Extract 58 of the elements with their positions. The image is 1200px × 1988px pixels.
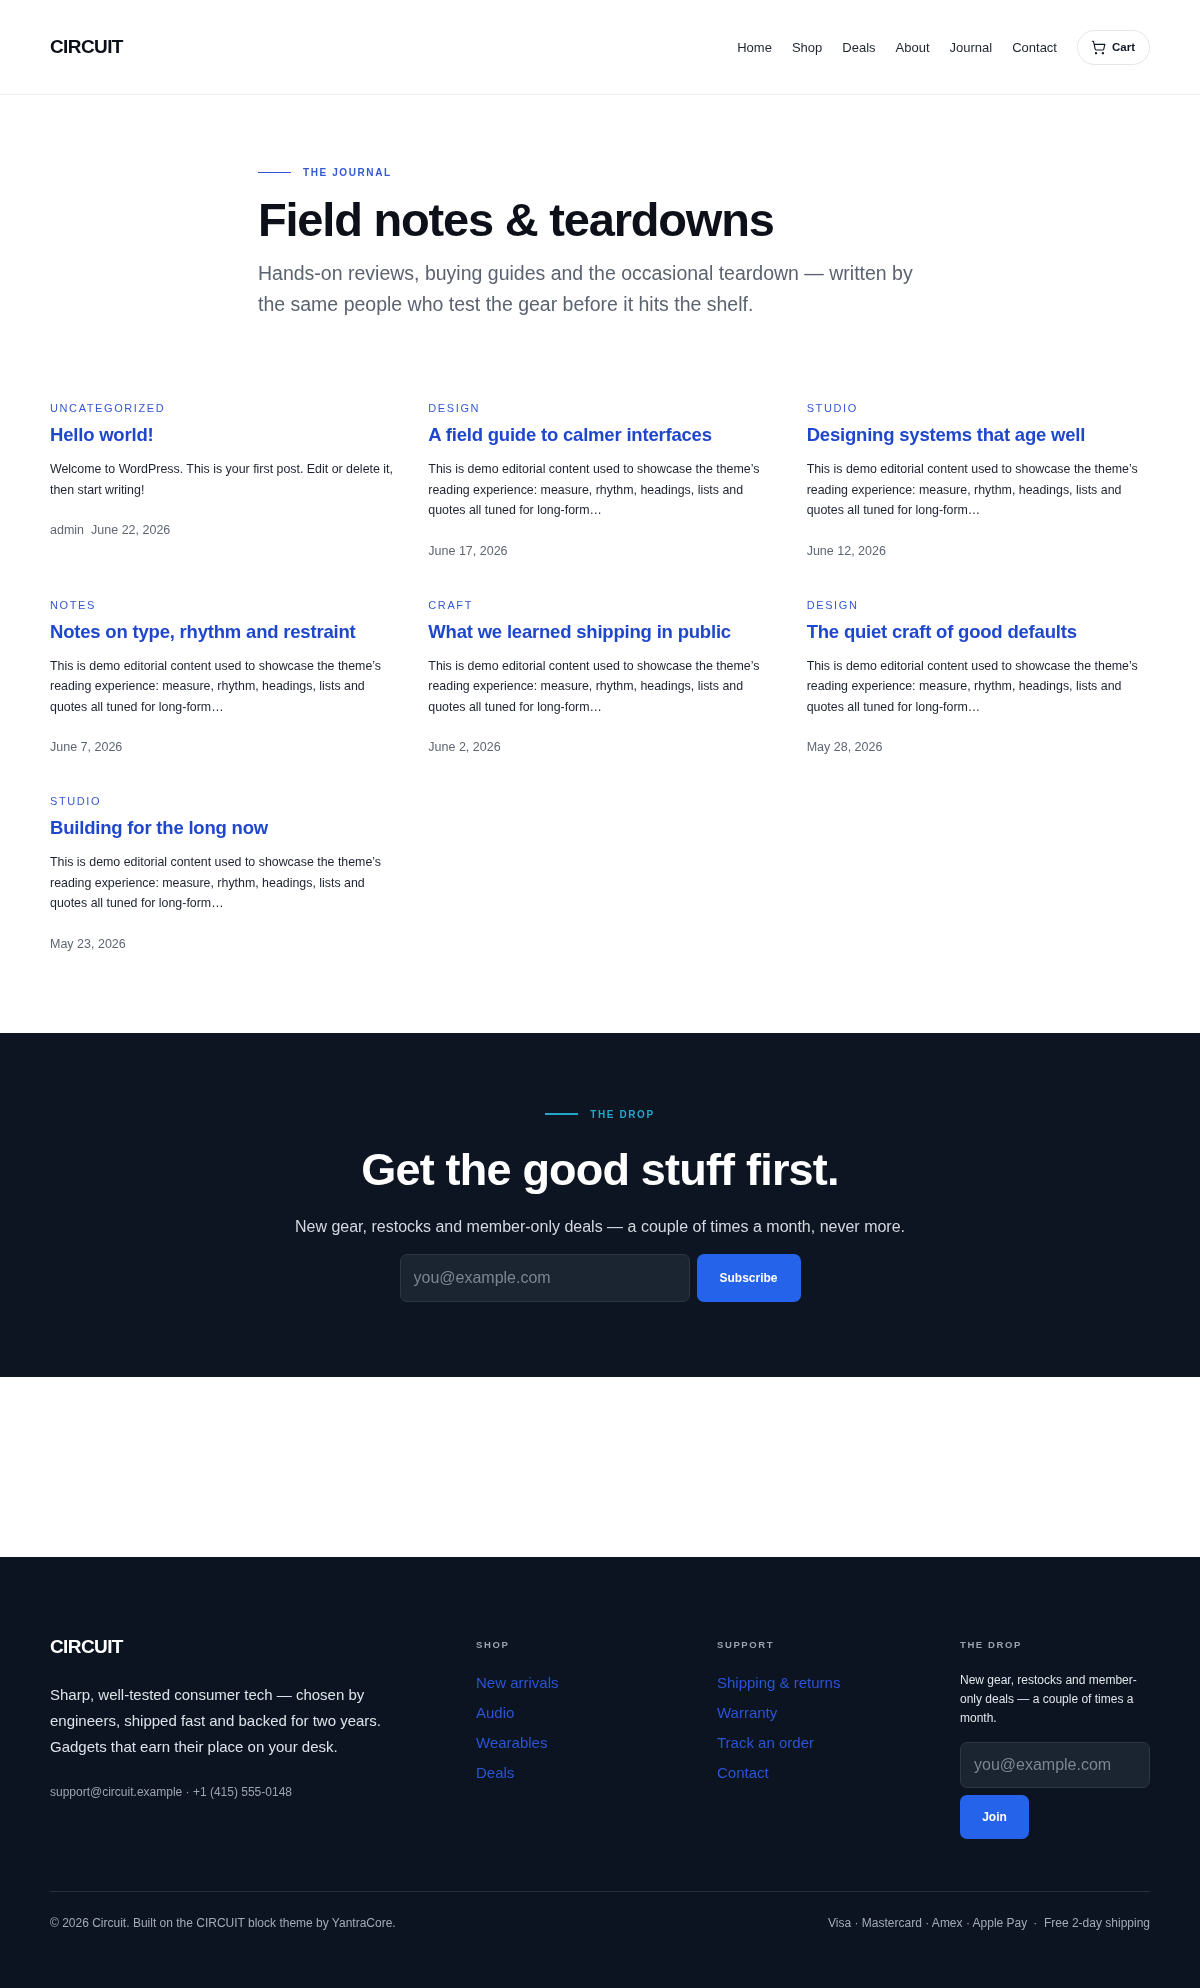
post-excerpt: This is demo editorial content used to showcase the theme’s reading experience: measure, rhythm, headings, lists and quotes all tuned for long-form… — [806, 657, 1139, 716]
post-category[interactable]: CRAFT — [428, 597, 473, 612]
cart-icon — [1091, 39, 1106, 55]
nav-link[interactable]: Home — [737, 39, 772, 55]
shipping-note: · Free 2-day shipping — [1033, 1914, 1150, 1931]
nav-link[interactable]: Deals — [842, 39, 876, 55]
post-category[interactable]: STUDIO — [806, 401, 858, 415]
eyebrow-label: THE JOURNAL — [303, 167, 392, 178]
post-excerpt: This is demo editorial content used to showcase the theme’s reading experience: measure, rhythm, headings, lists and quotes all tuned for long-form… — [806, 461, 1139, 519]
post-date: June 17, 2026 — [428, 542, 508, 559]
footer-heading: THE DROP — [960, 1638, 1022, 1651]
cart-button[interactable]: Cart — [1077, 29, 1150, 65]
post-date: June 12, 2026 — [806, 542, 886, 559]
footer-heading: SUPPORT — [717, 1638, 775, 1651]
post-title[interactable]: The quiet craft of good defaults — [806, 619, 1077, 644]
post-category[interactable]: UNCATEGORIZED — [50, 401, 166, 415]
post-date: June 2, 2026 — [428, 739, 501, 755]
footer-email-input[interactable]: you@example.com — [960, 1741, 1150, 1788]
page-subtitle: Hands-on reviews, buying guides and the occasional teardown — written by the same people who test the gear before it hits the shelf. — [258, 261, 914, 317]
post-category[interactable]: DESIGN — [806, 597, 859, 612]
post-category[interactable]: NOTES — [50, 597, 96, 612]
copyright-text: © 2026 Circuit. Built on the CIRCUIT block theme by YantraCore. — [50, 1914, 396, 1931]
newsletter-subtitle: New gear, restocks and member-only deals — a couple of times a month, never more. — [294, 1216, 906, 1237]
post-excerpt: This is demo editorial content used to showcase the theme’s reading experience: measure, rhythm, headings, lists and quotes all tuned for long-form… — [428, 461, 761, 519]
post-date: June 7, 2026 — [50, 739, 123, 755]
nav-link[interactable]: Shop — [791, 39, 823, 55]
post-title[interactable]: What we learned shipping in public — [428, 619, 731, 644]
post-title[interactable]: Designing systems that age well — [806, 423, 1086, 447]
footer-drop-text: New gear, restocks and member-only deals — a couple of times a month. — [960, 1671, 1138, 1727]
footer-heading: SHOP — [476, 1638, 510, 1651]
footer-logo[interactable]: CIRCUIT — [50, 1635, 123, 1658]
post-title[interactable]: Building for the long now — [50, 816, 268, 840]
post-title[interactable]: A field guide to calmer interfaces — [428, 423, 712, 447]
nav-link[interactable]: Contact — [1012, 39, 1057, 55]
nav-link[interactable]: About — [895, 39, 930, 55]
payment-methods: Visa · Mastercard · Amex · Apple Pay — [828, 1914, 1028, 1931]
email-input[interactable]: you@example.com — [399, 1253, 690, 1302]
join-button[interactable]: Join — [960, 1794, 1029, 1839]
post-date: May 28, 2026 — [806, 739, 883, 755]
post-excerpt: Welcome to WordPress. This is your first post. Edit or delete it, then start writing! — [50, 461, 394, 499]
post-excerpt: This is demo editorial content used to showcase the theme’s reading experience: measure, rhythm, headings, lists and quotes all tuned for long-form… — [428, 657, 761, 716]
page-title: Field notes & teardowns — [258, 192, 775, 248]
footer-blurb: Sharp, well-tested consumer tech — chosen by engineers, shipped fast and backed for two years. Gadgets that earn their place on your desk. — [50, 1684, 383, 1757]
post-excerpt: This is demo editorial content used to showcase the theme’s reading experience: measure, rhythm, headings, lists and quotes all tuned for long-form… — [50, 657, 383, 716]
eyebrow-label: THE DROP — [590, 1108, 655, 1120]
post-date: June 22, 2026 — [91, 522, 171, 538]
post-title[interactable]: Notes on type, rhythm and restraint — [50, 619, 356, 644]
subscribe-button[interactable]: Subscribe — [696, 1253, 801, 1302]
post-category[interactable]: DESIGN — [428, 401, 481, 415]
post-title[interactable]: Hello world! — [50, 423, 154, 447]
post-category[interactable]: STUDIO — [50, 794, 102, 808]
newsletter-title: Get the good stuff first. — [361, 1142, 839, 1197]
post-excerpt: This is demo editorial content used to showcase the theme’s reading experience: measure, rhythm, headings, lists and quotes all tuned for long-form… — [50, 854, 383, 912]
site-logo[interactable]: CIRCUIT — [50, 36, 123, 58]
footer-contact: support@circuit.example · +1 (415) 555-0148 — [50, 1783, 292, 1800]
nav-link[interactable]: Journal — [949, 39, 993, 55]
post-date: May 23, 2026 — [50, 935, 126, 952]
post-author: admin — [50, 522, 85, 538]
